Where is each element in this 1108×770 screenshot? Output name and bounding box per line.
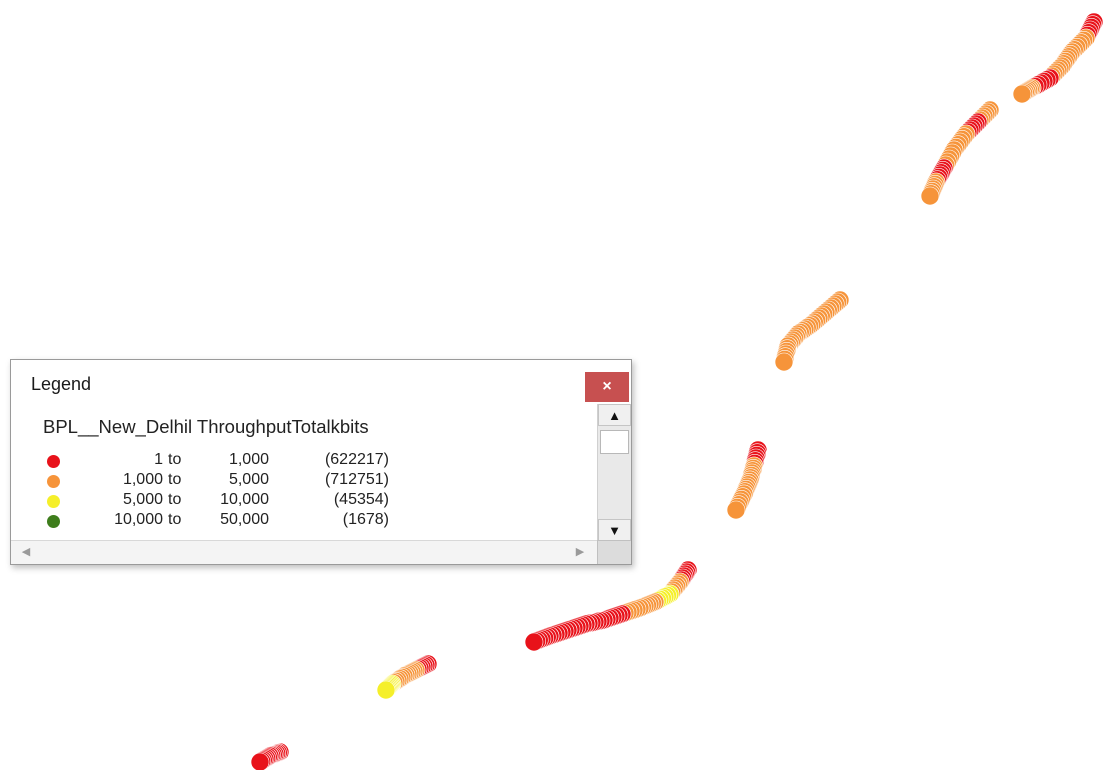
- green-dot-icon: [47, 515, 60, 528]
- range-high: 5,000: [228, 471, 269, 488]
- track-point: [726, 500, 746, 520]
- layer-name: BPL__New_Delhil ThroughputTotalkbits: [43, 416, 369, 437]
- track-point: [524, 632, 544, 652]
- resize-grip[interactable]: [597, 540, 631, 564]
- scroll-left-icon[interactable]: ◀: [15, 543, 37, 561]
- range-high: 10,000: [220, 491, 269, 508]
- track-point: [376, 680, 396, 700]
- class-count: (45354): [333, 491, 389, 508]
- range-low: 1: [154, 451, 163, 468]
- scroll-right-icon[interactable]: ▶: [569, 543, 591, 561]
- scroll-up-icon[interactable]: ▲: [598, 404, 631, 426]
- track-point: [774, 352, 794, 372]
- class-count: (712751): [324, 471, 389, 488]
- class-count: (622217): [324, 451, 389, 468]
- legend-item: 1 to 1,000 (622217): [41, 451, 597, 471]
- horizontal-scrollbar[interactable]: ◀ ▶: [11, 540, 597, 564]
- red-dot-icon: [47, 455, 60, 468]
- range-low: 5,000: [122, 491, 163, 508]
- legend-content: BPL__New_Delhil ThroughputTotalkbits 1 t…: [11, 404, 597, 541]
- vertical-scrollbar[interactable]: ▲ ▼: [597, 404, 631, 541]
- class-count: (1678): [342, 511, 389, 528]
- legend-item: 10,000 to 50,000 (1678): [41, 511, 597, 531]
- track-point: [920, 186, 940, 206]
- range-low: 10,000: [114, 511, 163, 528]
- range-to: to: [168, 451, 182, 468]
- scroll-down-icon[interactable]: ▼: [598, 519, 631, 541]
- range-to: to: [168, 511, 182, 528]
- track-point: [1012, 84, 1032, 104]
- legend-window: Legend × BPL__New_Delhil ThroughputTotal…: [10, 359, 632, 565]
- range-to: to: [168, 471, 182, 488]
- close-button[interactable]: ×: [585, 372, 629, 402]
- range-high: 1,000: [228, 451, 269, 468]
- track-point: [250, 752, 270, 770]
- legend-item: 1,000 to 5,000 (712751): [41, 471, 597, 491]
- legend-item: 5,000 to 10,000 (45354): [41, 491, 597, 511]
- scroll-thumb[interactable]: [600, 430, 629, 454]
- range-low: 1,000: [122, 471, 163, 488]
- yellow-dot-icon: [47, 495, 60, 508]
- close-icon: ×: [602, 378, 612, 395]
- legend-title: Legend: [31, 374, 92, 394]
- orange-dot-icon: [47, 475, 60, 488]
- legend-titlebar[interactable]: Legend ×: [11, 360, 631, 404]
- range-high: 50,000: [220, 511, 269, 528]
- range-to: to: [168, 491, 182, 508]
